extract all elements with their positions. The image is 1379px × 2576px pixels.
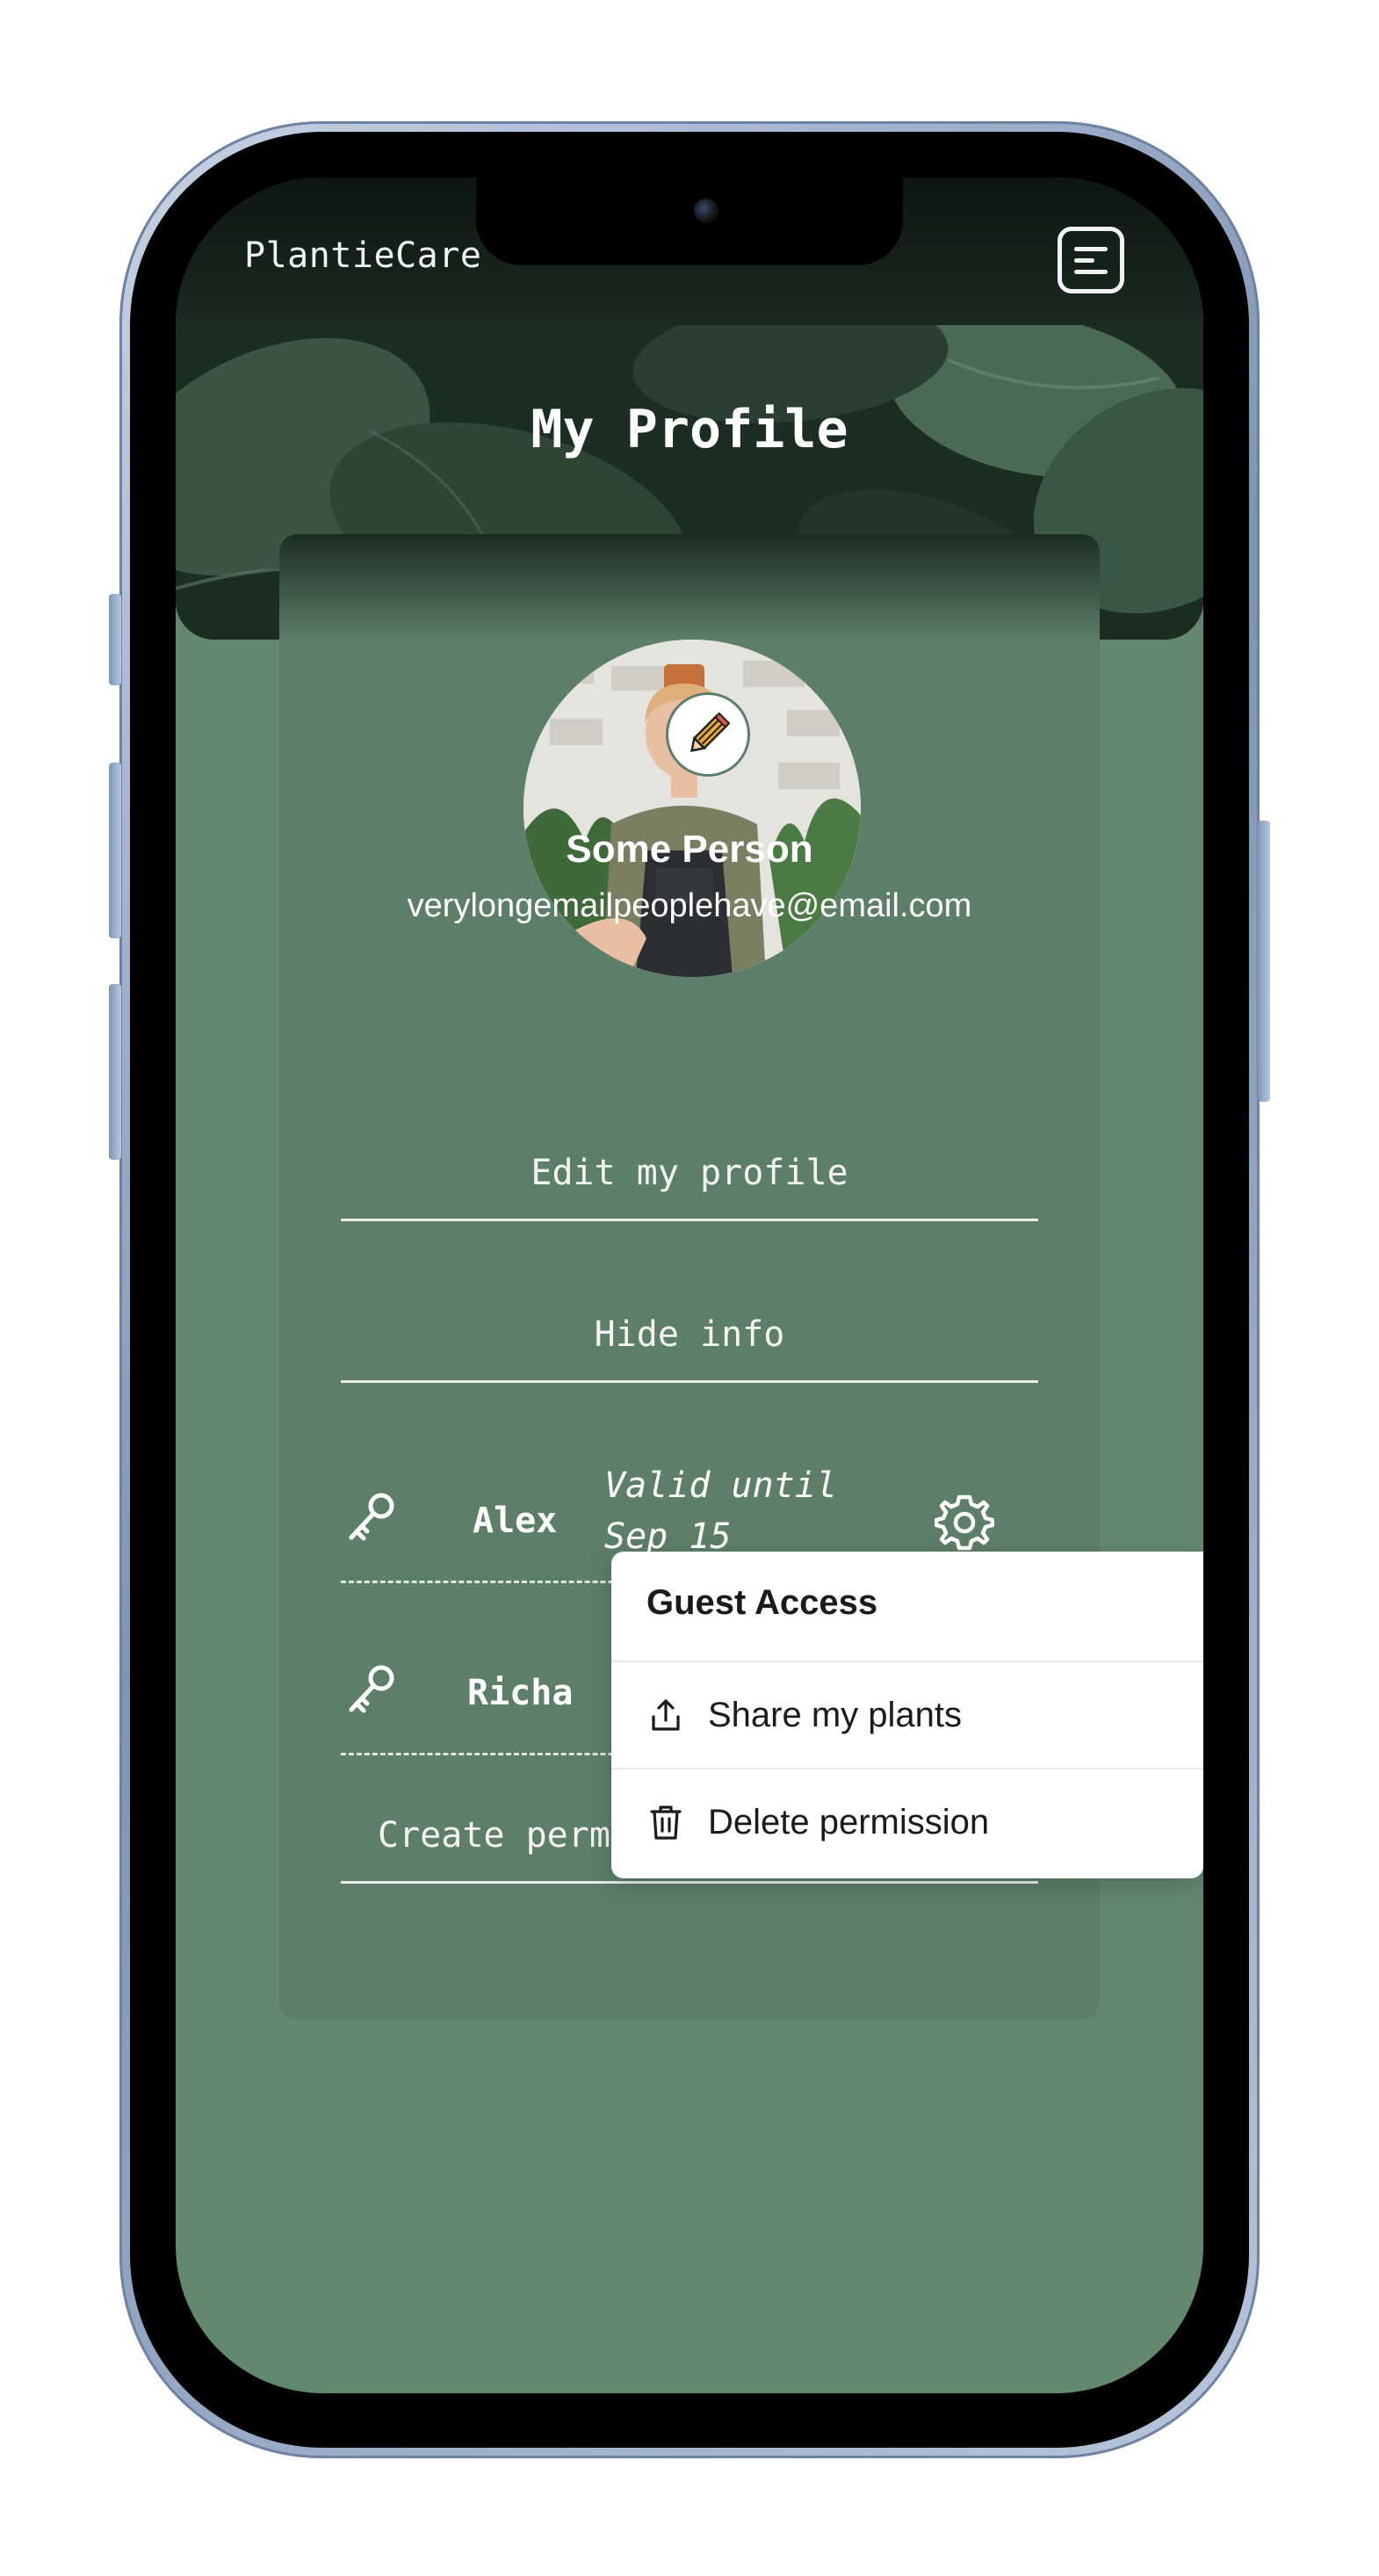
edit-avatar-button[interactable] <box>666 692 750 777</box>
permission-validity: Valid until Sep 15 <box>604 1460 868 1562</box>
guest-access-menu: Guest Access Share my plants Delete perm… <box>611 1552 1203 1878</box>
card-shade <box>279 534 1100 640</box>
phone-volume-up-button <box>109 763 121 938</box>
trash-icon <box>650 1805 682 1840</box>
permission-name: Richa <box>467 1673 574 1713</box>
front-camera <box>694 199 718 223</box>
menu-line <box>1074 269 1108 274</box>
phone-screen: My Profile PlantieCare Some Person veryl… <box>176 177 1203 2393</box>
menu-icon[interactable] <box>1058 227 1124 293</box>
edit-profile-link[interactable]: Edit my profile <box>341 1142 1038 1221</box>
menu-title: Guest Access <box>646 1583 878 1622</box>
pencil-icon <box>690 712 731 752</box>
permission-name: Alex <box>473 1501 558 1541</box>
phone-power-button <box>1258 821 1270 1102</box>
validity-line: Valid until <box>604 1465 837 1506</box>
menu-line <box>1074 246 1108 251</box>
share-plants-menu-item[interactable]: Share my plants <box>611 1661 1203 1768</box>
profile-name: Some Person <box>566 828 813 871</box>
delete-permission-menu-item[interactable]: Delete permission <box>611 1768 1203 1875</box>
avatar-photo <box>523 640 861 977</box>
page-title: My Profile <box>531 399 848 460</box>
key-icon <box>349 1665 394 1713</box>
phone-action-button <box>109 594 121 685</box>
profile-email: verylongemailpeoplehave@email.com <box>407 887 972 924</box>
gear-icon[interactable] <box>935 1492 994 1552</box>
share-icon <box>652 1699 680 1731</box>
menu-item-label: Delete permission <box>708 1802 990 1842</box>
menu-line <box>1074 257 1094 263</box>
key-icon <box>349 1493 394 1541</box>
menu-item-label: Share my plants <box>708 1695 963 1734</box>
phone-notch <box>476 177 903 265</box>
phone-volume-down-button <box>109 984 121 1160</box>
hide-info-link[interactable]: Hide info <box>341 1304 1038 1383</box>
brand-logo[interactable]: PlantieCare <box>244 235 481 276</box>
avatar <box>523 640 861 977</box>
